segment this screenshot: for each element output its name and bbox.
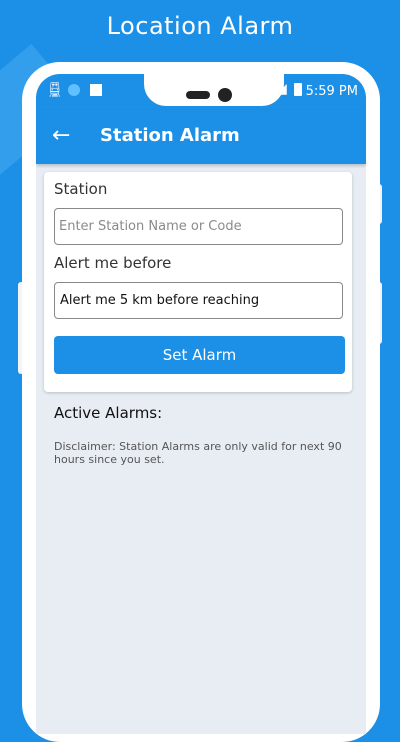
alert-label: Alert me before	[54, 254, 172, 272]
front-camera	[218, 88, 232, 102]
square-notification-icon	[90, 84, 102, 96]
active-alarms-heading: Active Alarms:	[54, 404, 163, 422]
alert-distance-select[interactable]: Alert me 5 km before reaching	[54, 282, 343, 319]
promo-title: Location Alarm	[106, 12, 294, 40]
station-label: Station	[54, 180, 108, 198]
speaker	[186, 91, 210, 99]
station-alarm-form: Station Alert me before Alert me 5 km be…	[44, 172, 352, 392]
train-icon: 🚆︎	[46, 82, 64, 98]
battery-icon	[294, 83, 302, 96]
alert-distance-value: Alert me 5 km before reaching	[60, 293, 260, 308]
station-input[interactable]	[54, 208, 343, 245]
disclaimer-text: Disclaimer: Station Alarms are only vali…	[54, 440, 342, 466]
set-alarm-button[interactable]: Set Alarm	[54, 336, 345, 374]
phone-frame: 🚆︎ VoLTE ◢ 5:59 PM ← Station Alarm Stati…	[22, 62, 380, 742]
status-bar: 🚆︎ VoLTE ◢ 5:59 PM	[36, 74, 366, 110]
app-dot-icon	[68, 84, 80, 96]
app-bar: ← Station Alarm	[36, 110, 366, 164]
page-title: Station Alarm	[100, 125, 240, 146]
volte-icon: VoLTE	[248, 80, 278, 93]
signal-icon: ◢	[276, 81, 287, 97]
phone-screen: 🚆︎ VoLTE ◢ 5:59 PM ← Station Alarm Stati…	[36, 74, 366, 734]
back-arrow-icon[interactable]: ←	[52, 122, 78, 150]
status-time: 5:59 PM	[305, 84, 358, 99]
